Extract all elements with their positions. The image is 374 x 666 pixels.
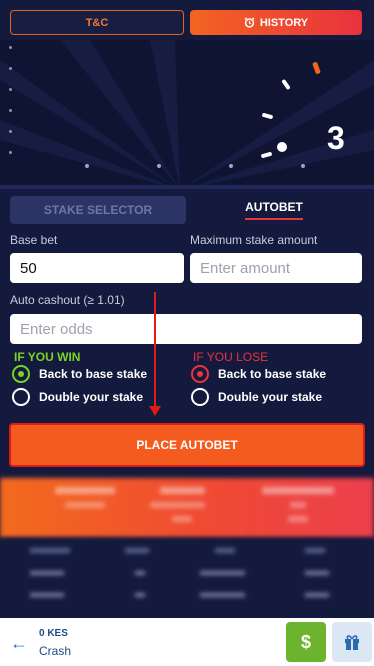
max-stake-label: Maximum stake amount bbox=[190, 233, 318, 247]
annotation-arrow-head bbox=[149, 406, 161, 416]
max-stake-input[interactable] bbox=[190, 253, 362, 283]
radio-unselected bbox=[191, 388, 209, 406]
bottom-bar: ← 0 KES Crash $ bbox=[0, 618, 374, 666]
alarm-clock-icon bbox=[244, 17, 255, 28]
place-autobet-button[interactable]: PLACE AUTOBET bbox=[9, 423, 365, 467]
tab-tc-label: T&C bbox=[85, 16, 109, 29]
radio-selected-lose bbox=[191, 365, 209, 383]
radio-unselected bbox=[12, 388, 30, 406]
tab-tc[interactable]: T&C bbox=[10, 10, 184, 35]
if-you-lose-title: IF YOU LOSE bbox=[193, 350, 269, 364]
gift-button[interactable] bbox=[332, 622, 372, 662]
base-bet-label: Base bet bbox=[10, 233, 58, 247]
gift-icon bbox=[345, 635, 359, 650]
divider bbox=[0, 185, 374, 189]
auto-cashout-label: Auto cashout (≥ 1.01) bbox=[10, 293, 125, 307]
tab-history-label: HISTORY bbox=[259, 16, 309, 29]
dollar-icon: $ bbox=[300, 631, 311, 652]
base-bet-input[interactable] bbox=[10, 253, 184, 283]
tab-stake-selector[interactable]: STAKE SELECTOR bbox=[10, 196, 186, 224]
top-tabs: T&C HISTORY bbox=[10, 10, 362, 35]
tab-autobet-label: AUTOBET bbox=[245, 200, 303, 220]
balance-amount: 0 KES bbox=[39, 628, 68, 639]
lose-option-back-to-base[interactable]: Back to base stake bbox=[191, 365, 326, 383]
tab-stake-selector-label: STAKE SELECTOR bbox=[43, 203, 153, 217]
history-table-blurred bbox=[0, 538, 374, 618]
win-option-double[interactable]: Double your stake bbox=[12, 388, 143, 406]
game-background-rays bbox=[0, 40, 374, 185]
win-option-label: Double your stake bbox=[39, 390, 144, 404]
countdown-number: 3 bbox=[327, 120, 345, 156]
game-name: Crash bbox=[39, 644, 72, 658]
annotation-arrow-line bbox=[154, 292, 156, 414]
lose-option-label: Double your stake bbox=[218, 390, 323, 404]
if-you-win-title: IF YOU WIN bbox=[14, 350, 81, 364]
bet-mode-tabs: STAKE SELECTOR AUTOBET bbox=[10, 196, 362, 224]
stats-strip-blurred bbox=[0, 478, 374, 538]
win-option-back-to-base[interactable]: Back to base stake bbox=[12, 365, 147, 383]
radio-selected-win bbox=[12, 365, 30, 383]
deposit-button[interactable]: $ bbox=[286, 622, 326, 662]
lose-option-label: Back to base stake bbox=[218, 367, 327, 381]
lose-option-double[interactable]: Double your stake bbox=[191, 388, 322, 406]
tab-autobet[interactable]: AUTOBET bbox=[186, 196, 362, 224]
game-area: 3 bbox=[0, 40, 374, 185]
win-option-label: Back to base stake bbox=[39, 367, 148, 381]
auto-cashout-input[interactable] bbox=[10, 314, 362, 344]
tab-history[interactable]: HISTORY bbox=[190, 10, 362, 35]
back-arrow-icon[interactable]: ← bbox=[10, 633, 28, 654]
